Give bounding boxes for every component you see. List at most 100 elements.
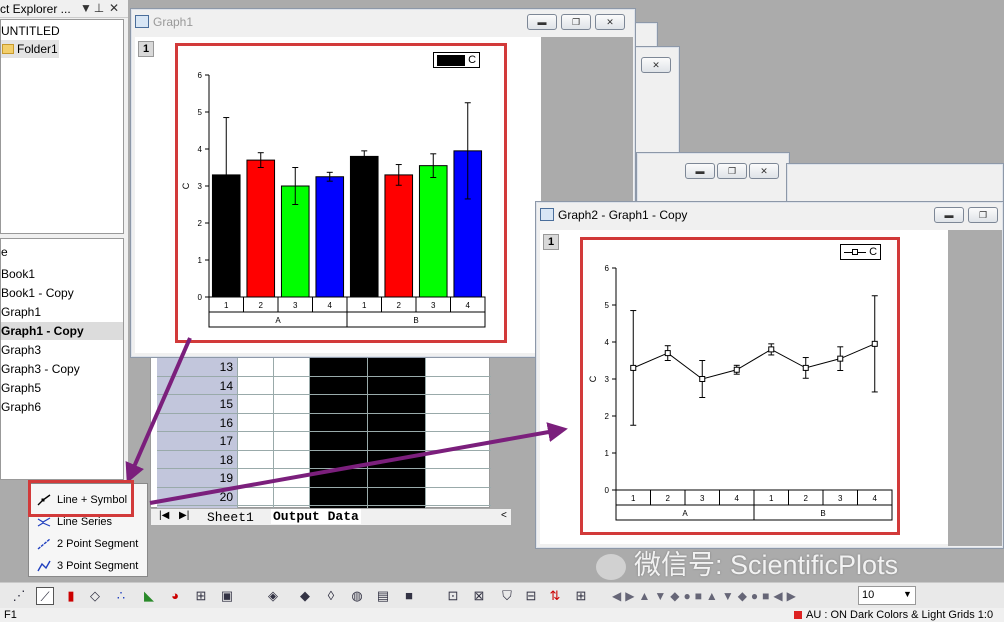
y-tick-label: 3 [198,182,203,191]
list-item[interactable]: Book1 - Copy [1,284,74,302]
template-icon[interactable]: ▣ [218,587,236,605]
y-tick-label: 0 [198,293,203,302]
graph1-titlebar[interactable]: Graph1 ▬ ❐ ✕ [131,9,635,35]
list-item-selected[interactable]: Graph1 - Copy [1,322,123,340]
bottom-toolbar: ⋰ ⟋ ▮ ◇ ∴ ◣ ◕ ⊞ ▣ ◈ ◆ ◊ ◍ ▤ ■ ⊡ ⊠ ⛉ ⊟ ⇅ … [0,582,1004,608]
3d-chart-icon[interactable]: ◇ [86,587,104,605]
y-axis-label: C [588,375,598,382]
scroll-left-icon[interactable]: |◀ [159,510,169,521]
line-chart[interactable]: 0 1 2 3 4 5 6 C 1 2 3 4 1 2 3 4 A B [540,230,948,544]
data-point [630,364,637,371]
stock-chart-icon[interactable]: ⊞ [192,587,210,605]
plot-icon[interactable]: ⋰ [10,587,28,605]
area-chart-icon[interactable]: ◣ [140,587,158,605]
y-tick-label: 4 [605,338,610,347]
image-plot-icon[interactable]: ▤ [374,587,392,605]
minimize-icon[interactable]: ▬ [685,163,715,179]
list-item[interactable]: Book1 [1,265,35,283]
contour-icon[interactable]: ◍ [348,587,366,605]
close-icon[interactable]: ✕ [595,14,625,30]
worksheet: 13 14 15 16 17 18 19 20 [150,356,491,509]
minimize-icon[interactable]: ▬ [527,14,557,30]
close-icon[interactable]: ✕ [641,57,671,73]
pin-icon[interactable]: ⊥ [93,2,105,15]
explorer-title: ct Explorer ... [0,2,71,16]
column-divider [367,357,368,509]
grid-icon[interactable]: ⊞ [572,587,590,605]
x-tick-label: 4 [735,494,740,503]
list-item[interactable]: Graph3 - Copy [1,360,80,378]
status-left: F1 [4,609,17,621]
scroll-right-icon[interactable]: ▶| [179,510,189,521]
shield-icon[interactable]: ⛉ [498,587,516,605]
layout-icon[interactable]: ⊡ [444,587,462,605]
drawing-tools[interactable]: ◀▶▲▼◆●■▲▼◆●■◀▶ [612,587,857,605]
row-number[interactable]: 17 [157,432,237,450]
dropdown-icon[interactable]: ▼ [80,2,92,15]
3d-bar-icon[interactable]: ◆ [296,587,314,605]
x-tick-label: 2 [666,494,671,503]
segment-2-icon [37,538,51,550]
x-tick-label: 1 [769,494,774,503]
menu-item-3-point-segment[interactable]: 3 Point Segment [37,556,138,576]
y-tick-label: 5 [198,108,203,117]
matrix-icon[interactable]: ■ [400,587,418,605]
column-divider [237,357,238,509]
menu-item-2-point-segment[interactable]: 2 Point Segment [37,534,138,554]
y-tick-label: 5 [605,301,610,310]
pie-chart-icon[interactable]: ◕ [166,587,184,605]
row-number[interactable]: 13 [157,358,237,376]
hscroll-left-icon[interactable]: < [501,510,507,521]
row-number[interactable]: 18 [157,451,237,469]
close-icon[interactable]: ✕ [108,2,120,15]
data-point [699,376,706,382]
font-size-select[interactable]: 10 ▼ [858,586,916,605]
window-list: e Book1 Book1 - Copy Graph1 Graph1 - Cop… [0,238,124,480]
scatter-icon[interactable]: ∴ [112,587,130,605]
row-number[interactable]: 19 [157,469,237,487]
graph-window-icon [135,15,149,28]
list-header: e [1,245,8,259]
y-tick-label: 1 [198,256,203,265]
close-icon[interactable]: ✕ [749,163,779,179]
y-tick-label: 1 [605,449,610,458]
list-item[interactable]: Graph3 [1,341,41,359]
arrange-icon[interactable]: ⊟ [522,587,540,605]
row-number[interactable]: 16 [157,414,237,432]
line-symbol-tool-icon[interactable]: ⟋ [36,587,54,605]
data-point [733,366,740,373]
status-indicator-icon [794,611,802,619]
merge-icon[interactable]: ⊠ [470,587,488,605]
status-right: AU : ON Dark Colors & Light Grids 1:0 [806,609,994,621]
bar [315,176,345,298]
3d-surface-icon[interactable]: ◈ [264,587,282,605]
tab-sheet1[interactable]: Sheet1 [207,510,254,525]
group-label: A [275,316,281,325]
row-number[interactable]: 14 [157,377,237,395]
list-item[interactable]: Graph5 [1,379,41,397]
tree-root[interactable]: UNTITLED [1,22,60,40]
graph2-titlebar[interactable]: Graph2 - Graph1 - Copy ▬ ❐ [536,202,1003,228]
arrows-icon[interactable]: ⇅ [546,587,564,605]
row-number[interactable]: 20 [157,488,237,506]
bar [349,155,379,298]
list-item[interactable]: Graph1 [1,303,41,321]
minimize-icon[interactable]: ▬ [934,207,964,223]
list-item[interactable]: Graph6 [1,398,41,416]
maximize-icon[interactable]: ❐ [561,14,591,30]
y-tick-label: 3 [605,375,610,384]
y-tick-label: 2 [198,219,203,228]
font-size-value: 10 [862,589,875,601]
row-number[interactable]: 15 [157,395,237,413]
column-chart-icon[interactable]: ▮ [62,587,80,605]
y-tick-label: 6 [198,71,203,80]
tab-output-data[interactable]: Output Data [271,509,361,524]
project-explorer: ct Explorer ... ▼ ⊥ ✕ UNTITLED Folder1 e… [0,0,128,480]
maximize-icon[interactable]: ❐ [717,163,747,179]
bar [384,174,414,298]
tree-folder1[interactable]: Folder1 [1,40,59,58]
bar-chart[interactable]: 0 1 2 3 4 5 6 C 1 2 3 4 1 2 3 4 A B [135,37,541,353]
maximize-icon[interactable]: ❐ [968,207,998,223]
graph2-window[interactable]: Graph2 - Graph1 - Copy ▬ ❐ 1 C 0 1 2 3 4 5 6 C 1… [535,201,1004,549]
3d-wire-icon[interactable]: ◊ [322,587,340,605]
